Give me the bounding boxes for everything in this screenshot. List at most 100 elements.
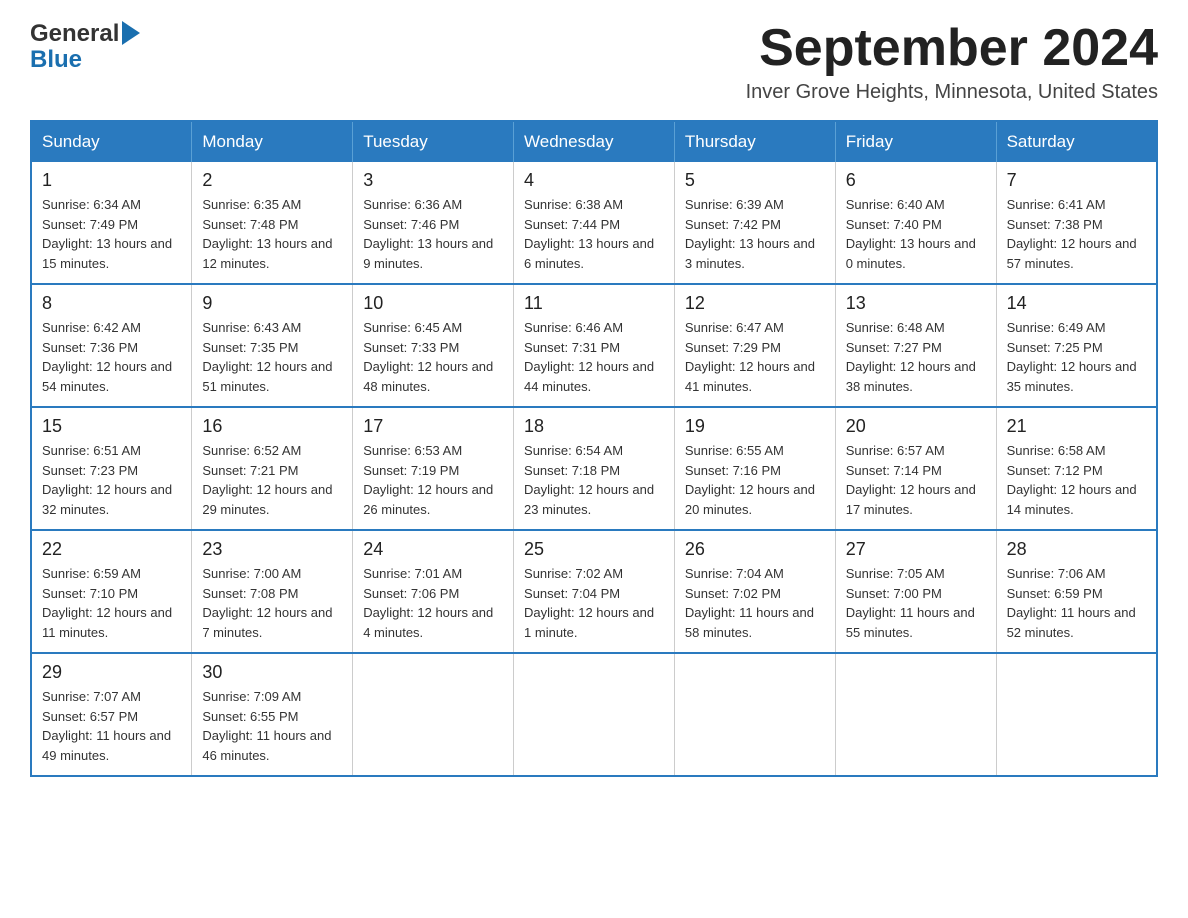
- day-info: Sunrise: 7:01 AMSunset: 7:06 PMDaylight:…: [363, 564, 503, 642]
- day-number: 12: [685, 293, 825, 314]
- day-info: Sunrise: 7:02 AMSunset: 7:04 PMDaylight:…: [524, 564, 664, 642]
- day-info: Sunrise: 7:07 AMSunset: 6:57 PMDaylight:…: [42, 687, 181, 765]
- calendar-cell: 13 Sunrise: 6:48 AMSunset: 7:27 PMDaylig…: [835, 284, 996, 407]
- calendar-cell: 12 Sunrise: 6:47 AMSunset: 7:29 PMDaylig…: [674, 284, 835, 407]
- day-number: 25: [524, 539, 664, 560]
- calendar-cell: 7 Sunrise: 6:41 AMSunset: 7:38 PMDayligh…: [996, 162, 1157, 284]
- day-number: 15: [42, 416, 181, 437]
- day-info: Sunrise: 7:06 AMSunset: 6:59 PMDaylight:…: [1007, 564, 1146, 642]
- day-number: 29: [42, 662, 181, 683]
- page-header: General Blue September 2024 Inver Grove …: [30, 20, 1158, 104]
- day-info: Sunrise: 6:39 AMSunset: 7:42 PMDaylight:…: [685, 195, 825, 273]
- title-area: September 2024 Inver Grove Heights, Minn…: [746, 20, 1158, 104]
- calendar-cell: 29 Sunrise: 7:07 AMSunset: 6:57 PMDaylig…: [31, 653, 192, 776]
- day-number: 30: [202, 662, 342, 683]
- calendar-cell: [514, 653, 675, 776]
- day-number: 6: [846, 170, 986, 191]
- calendar-cell: 19 Sunrise: 6:55 AMSunset: 7:16 PMDaylig…: [674, 407, 835, 530]
- day-number: 24: [363, 539, 503, 560]
- day-number: 10: [363, 293, 503, 314]
- calendar-cell: 3 Sunrise: 6:36 AMSunset: 7:46 PMDayligh…: [353, 162, 514, 284]
- day-info: Sunrise: 6:49 AMSunset: 7:25 PMDaylight:…: [1007, 318, 1146, 396]
- day-info: Sunrise: 6:57 AMSunset: 7:14 PMDaylight:…: [846, 441, 986, 519]
- weekday-header-sunday: Sunday: [31, 121, 192, 162]
- day-info: Sunrise: 6:46 AMSunset: 7:31 PMDaylight:…: [524, 318, 664, 396]
- day-info: Sunrise: 6:47 AMSunset: 7:29 PMDaylight:…: [685, 318, 825, 396]
- weekday-header-friday: Friday: [835, 121, 996, 162]
- day-info: Sunrise: 6:54 AMSunset: 7:18 PMDaylight:…: [524, 441, 664, 519]
- day-number: 9: [202, 293, 342, 314]
- calendar-cell: 1 Sunrise: 6:34 AMSunset: 7:49 PMDayligh…: [31, 162, 192, 284]
- calendar-week-row: 29 Sunrise: 7:07 AMSunset: 6:57 PMDaylig…: [31, 653, 1157, 776]
- day-info: Sunrise: 7:05 AMSunset: 7:00 PMDaylight:…: [846, 564, 986, 642]
- calendar-cell: [353, 653, 514, 776]
- calendar-cell: 10 Sunrise: 6:45 AMSunset: 7:33 PMDaylig…: [353, 284, 514, 407]
- day-number: 8: [42, 293, 181, 314]
- day-number: 28: [1007, 539, 1146, 560]
- day-number: 1: [42, 170, 181, 191]
- day-number: 13: [846, 293, 986, 314]
- calendar-cell: 27 Sunrise: 7:05 AMSunset: 7:00 PMDaylig…: [835, 530, 996, 653]
- day-info: Sunrise: 6:34 AMSunset: 7:49 PMDaylight:…: [42, 195, 181, 273]
- day-info: Sunrise: 6:40 AMSunset: 7:40 PMDaylight:…: [846, 195, 986, 273]
- logo: General Blue: [30, 20, 140, 74]
- calendar-cell: 11 Sunrise: 6:46 AMSunset: 7:31 PMDaylig…: [514, 284, 675, 407]
- calendar-cell: 6 Sunrise: 6:40 AMSunset: 7:40 PMDayligh…: [835, 162, 996, 284]
- day-info: Sunrise: 6:45 AMSunset: 7:33 PMDaylight:…: [363, 318, 503, 396]
- month-title: September 2024: [746, 20, 1158, 77]
- day-number: 2: [202, 170, 342, 191]
- day-number: 3: [363, 170, 503, 191]
- calendar-cell: 24 Sunrise: 7:01 AMSunset: 7:06 PMDaylig…: [353, 530, 514, 653]
- day-info: Sunrise: 6:43 AMSunset: 7:35 PMDaylight:…: [202, 318, 342, 396]
- weekday-header-wednesday: Wednesday: [514, 121, 675, 162]
- day-number: 11: [524, 293, 664, 314]
- day-info: Sunrise: 7:00 AMSunset: 7:08 PMDaylight:…: [202, 564, 342, 642]
- day-number: 16: [202, 416, 342, 437]
- weekday-header-saturday: Saturday: [996, 121, 1157, 162]
- calendar-cell: 16 Sunrise: 6:52 AMSunset: 7:21 PMDaylig…: [192, 407, 353, 530]
- day-number: 26: [685, 539, 825, 560]
- day-info: Sunrise: 6:36 AMSunset: 7:46 PMDaylight:…: [363, 195, 503, 273]
- weekday-header-monday: Monday: [192, 121, 353, 162]
- day-number: 27: [846, 539, 986, 560]
- calendar-week-row: 22 Sunrise: 6:59 AMSunset: 7:10 PMDaylig…: [31, 530, 1157, 653]
- day-number: 5: [685, 170, 825, 191]
- calendar-cell: [996, 653, 1157, 776]
- day-number: 17: [363, 416, 503, 437]
- day-info: Sunrise: 6:58 AMSunset: 7:12 PMDaylight:…: [1007, 441, 1146, 519]
- logo-general-text: General: [30, 20, 119, 48]
- calendar-cell: 5 Sunrise: 6:39 AMSunset: 7:42 PMDayligh…: [674, 162, 835, 284]
- logo-arrow-icon: [122, 21, 140, 45]
- calendar-cell: [835, 653, 996, 776]
- calendar-cell: 17 Sunrise: 6:53 AMSunset: 7:19 PMDaylig…: [353, 407, 514, 530]
- calendar-cell: 28 Sunrise: 7:06 AMSunset: 6:59 PMDaylig…: [996, 530, 1157, 653]
- calendar-cell: 23 Sunrise: 7:00 AMSunset: 7:08 PMDaylig…: [192, 530, 353, 653]
- calendar-week-row: 8 Sunrise: 6:42 AMSunset: 7:36 PMDayligh…: [31, 284, 1157, 407]
- day-number: 18: [524, 416, 664, 437]
- calendar-cell: 14 Sunrise: 6:49 AMSunset: 7:25 PMDaylig…: [996, 284, 1157, 407]
- day-number: 21: [1007, 416, 1146, 437]
- day-info: Sunrise: 6:48 AMSunset: 7:27 PMDaylight:…: [846, 318, 986, 396]
- calendar-cell: 26 Sunrise: 7:04 AMSunset: 7:02 PMDaylig…: [674, 530, 835, 653]
- calendar-cell: 22 Sunrise: 6:59 AMSunset: 7:10 PMDaylig…: [31, 530, 192, 653]
- day-number: 14: [1007, 293, 1146, 314]
- day-info: Sunrise: 6:55 AMSunset: 7:16 PMDaylight:…: [685, 441, 825, 519]
- calendar-cell: 18 Sunrise: 6:54 AMSunset: 7:18 PMDaylig…: [514, 407, 675, 530]
- calendar-cell: 4 Sunrise: 6:38 AMSunset: 7:44 PMDayligh…: [514, 162, 675, 284]
- day-info: Sunrise: 6:38 AMSunset: 7:44 PMDaylight:…: [524, 195, 664, 273]
- day-info: Sunrise: 6:53 AMSunset: 7:19 PMDaylight:…: [363, 441, 503, 519]
- day-number: 20: [846, 416, 986, 437]
- day-info: Sunrise: 6:51 AMSunset: 7:23 PMDaylight:…: [42, 441, 181, 519]
- day-info: Sunrise: 6:42 AMSunset: 7:36 PMDaylight:…: [42, 318, 181, 396]
- location-subtitle: Inver Grove Heights, Minnesota, United S…: [746, 81, 1158, 104]
- day-info: Sunrise: 6:59 AMSunset: 7:10 PMDaylight:…: [42, 564, 181, 642]
- calendar-week-row: 15 Sunrise: 6:51 AMSunset: 7:23 PMDaylig…: [31, 407, 1157, 530]
- calendar-cell: 25 Sunrise: 7:02 AMSunset: 7:04 PMDaylig…: [514, 530, 675, 653]
- day-info: Sunrise: 7:04 AMSunset: 7:02 PMDaylight:…: [685, 564, 825, 642]
- calendar-cell: 30 Sunrise: 7:09 AMSunset: 6:55 PMDaylig…: [192, 653, 353, 776]
- day-number: 7: [1007, 170, 1146, 191]
- calendar-cell: 8 Sunrise: 6:42 AMSunset: 7:36 PMDayligh…: [31, 284, 192, 407]
- calendar-cell: 20 Sunrise: 6:57 AMSunset: 7:14 PMDaylig…: [835, 407, 996, 530]
- calendar-cell: 15 Sunrise: 6:51 AMSunset: 7:23 PMDaylig…: [31, 407, 192, 530]
- weekday-header-tuesday: Tuesday: [353, 121, 514, 162]
